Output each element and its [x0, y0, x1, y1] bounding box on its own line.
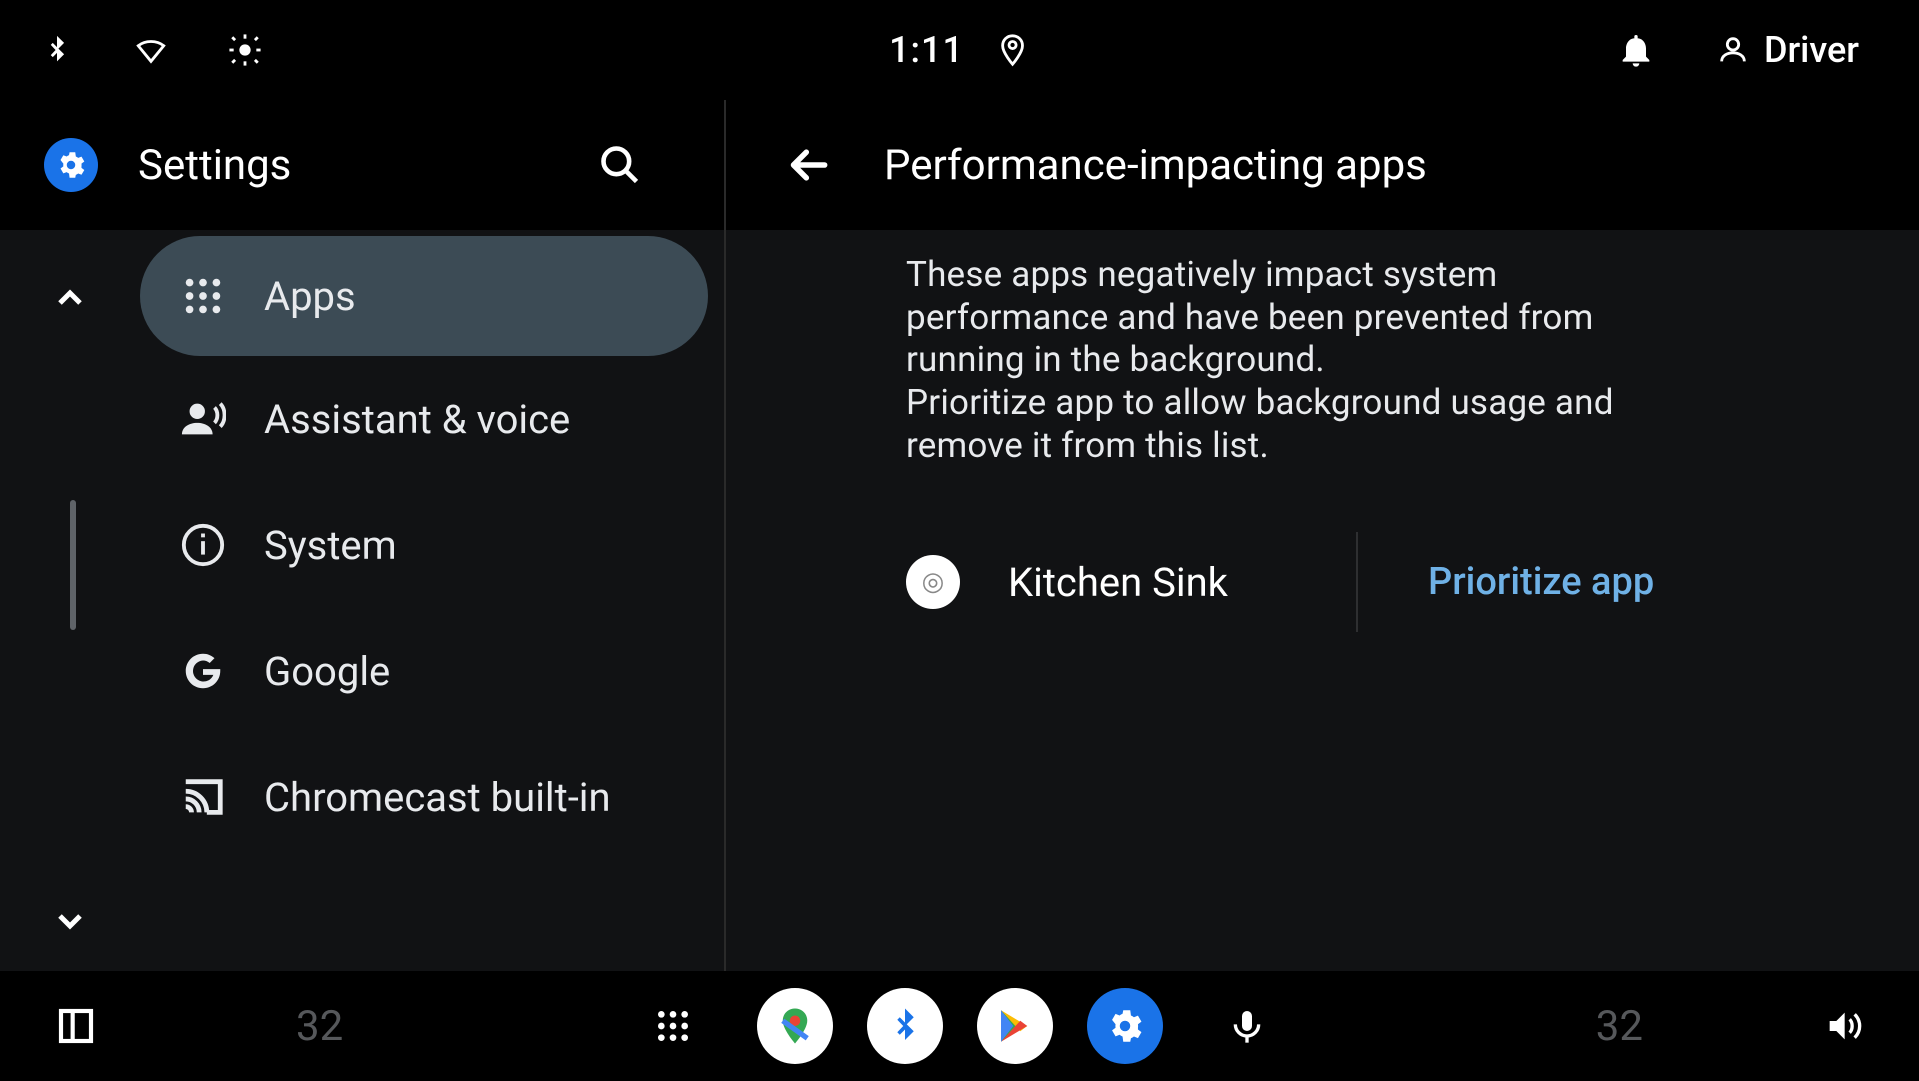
app-entry[interactable]: ◎ Kitchen Sink [906, 555, 1356, 609]
sidebar-item-label: Chromecast built-in [264, 774, 611, 821]
app-icon: ◎ [906, 555, 960, 609]
settings-title: Settings [138, 141, 556, 190]
sidebar-item-assistant[interactable]: Assistant & voice [140, 356, 708, 482]
app-name: Kitchen Sink [1008, 559, 1228, 606]
sidebar-item-chromecast[interactable]: Chromecast built-in [140, 734, 708, 860]
sidebar-item-apps[interactable]: Apps [140, 236, 708, 356]
detail-body: These apps negatively impact system perf… [726, 230, 1919, 971]
sidebar-item-system[interactable]: System [140, 482, 708, 608]
sidebar-list: Apps Assistant & voice System [140, 230, 724, 971]
hvac-right[interactable]: 32 [1463, 1002, 1863, 1051]
google-g-icon [180, 648, 226, 694]
settings-header: Settings [0, 100, 724, 230]
bell-icon[interactable] [1616, 30, 1656, 70]
prioritize-button[interactable]: Prioritize app [1428, 560, 1654, 604]
hvac-left[interactable]: 32 [56, 1002, 456, 1051]
location-icon [996, 33, 1030, 67]
maps-shortcut[interactable] [757, 988, 833, 1064]
sidebar-gutter [0, 230, 140, 971]
sidebar-item-label: Google [264, 648, 390, 695]
sidebar-item-label: Apps [264, 273, 356, 320]
sidebar-item-google[interactable]: Google [140, 608, 708, 734]
dashboard-icon[interactable] [56, 1006, 96, 1046]
detail-title: Performance-impacting apps [884, 141, 1427, 190]
content-split: Settings Apps [0, 100, 1919, 971]
bluetooth-shortcut[interactable] [867, 988, 943, 1064]
app-separator [1356, 532, 1358, 632]
status-bar: 1:11 Driver [0, 0, 1919, 100]
status-center: 1:11 [889, 29, 1030, 71]
apps-grid-icon [180, 273, 226, 319]
back-button[interactable] [786, 141, 834, 189]
detail-header: Performance-impacting apps [726, 100, 1919, 230]
sidebar-item-label: Assistant & voice [264, 396, 570, 443]
profile-name: Driver [1764, 29, 1859, 71]
search-button[interactable] [596, 141, 644, 189]
person-icon [1716, 33, 1750, 67]
bluetooth-icon [40, 33, 74, 67]
launcher-row [456, 988, 1463, 1064]
right-pane: Performance-impacting apps These apps ne… [726, 100, 1919, 971]
settings-app-icon [44, 138, 98, 192]
cast-icon [180, 774, 226, 820]
volume-icon[interactable] [1823, 1006, 1863, 1046]
profile-switcher[interactable]: Driver [1716, 29, 1859, 71]
assistant-voice-icon [180, 396, 226, 442]
wifi-icon [134, 33, 168, 67]
settings-shortcut[interactable] [1087, 988, 1163, 1064]
scrollbar-thumb[interactable] [70, 500, 76, 630]
voice-button[interactable] [1227, 1006, 1267, 1046]
app-grid-button[interactable] [653, 1006, 693, 1046]
status-right: Driver [1616, 29, 1859, 71]
sidebar-item-label: System [264, 522, 397, 569]
temp-right[interactable]: 32 [1596, 1002, 1643, 1051]
scroll-down-button[interactable] [50, 901, 90, 941]
brightness-icon [228, 33, 262, 67]
status-left [40, 33, 262, 67]
app-row: ◎ Kitchen Sink Prioritize app [906, 527, 1849, 637]
sidebar: Apps Assistant & voice System [0, 230, 724, 971]
scroll-up-button[interactable] [50, 278, 90, 318]
play-store-shortcut[interactable] [977, 988, 1053, 1064]
temp-left[interactable]: 32 [296, 1002, 343, 1051]
info-icon [180, 522, 226, 568]
left-pane: Settings Apps [0, 100, 724, 971]
bottom-bar: 32 32 [0, 971, 1919, 1081]
clock: 1:11 [889, 29, 964, 71]
detail-description: These apps negatively impact system perf… [906, 254, 1666, 467]
